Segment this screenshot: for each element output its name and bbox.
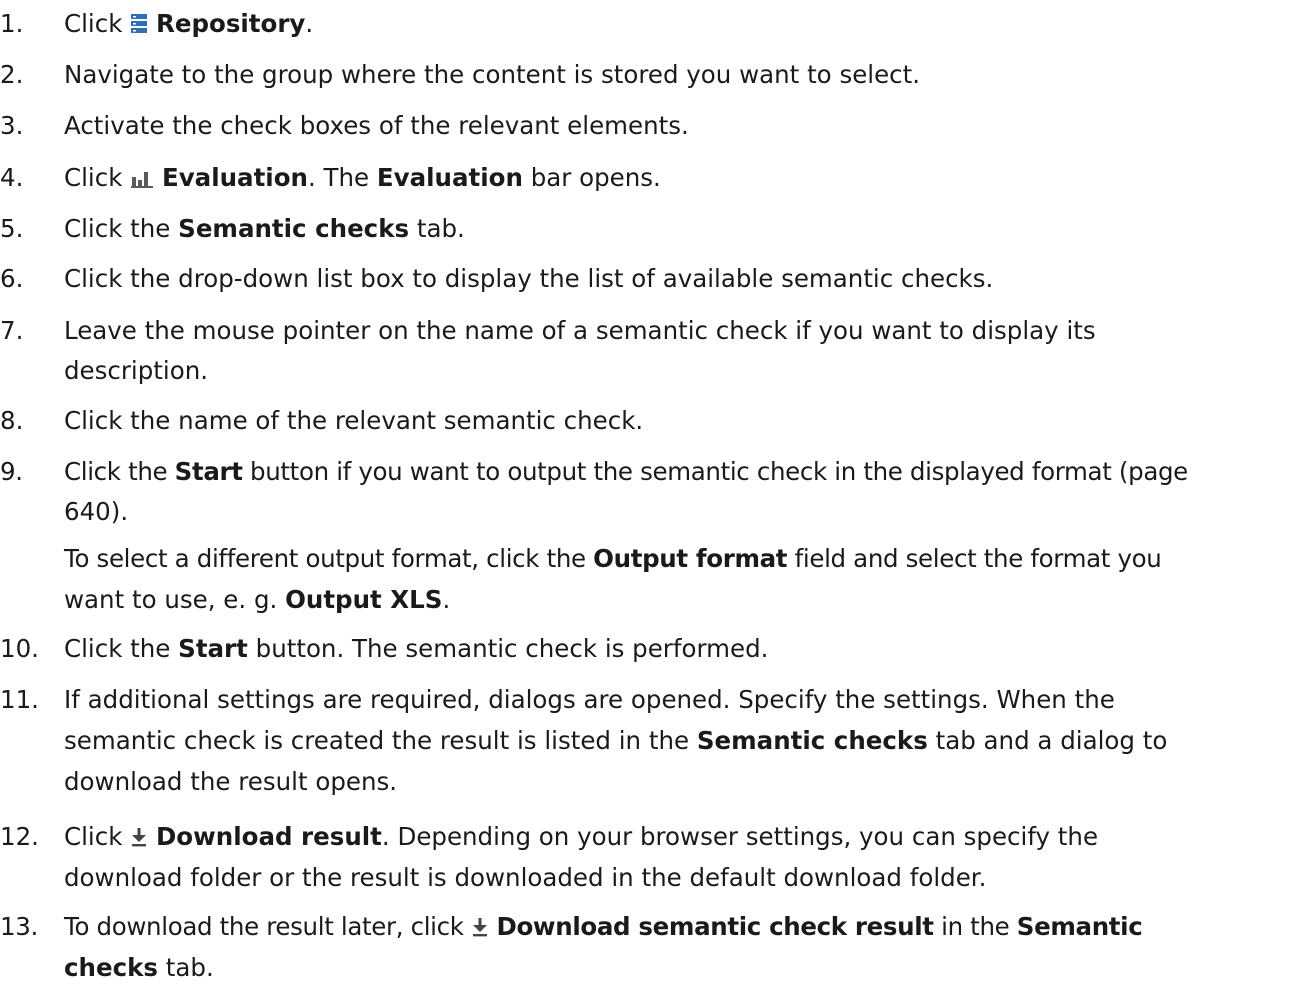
ui-term: Start: [174, 457, 243, 486]
step-number: 11.: [0, 685, 39, 714]
step-number: 10.: [0, 634, 39, 663]
step-text: description.: [64, 356, 209, 385]
download-icon: [130, 820, 148, 860]
step-text: If additional settings are required, dia…: [64, 685, 1115, 714]
ui-term: Repository: [155, 9, 306, 38]
step-number: 4.: [0, 163, 24, 192]
repository-icon: [130, 7, 148, 47]
step-number: 1.: [0, 9, 24, 38]
step-text: Activate the check boxes of the relevant…: [64, 111, 689, 140]
step-text: download the result opens.: [64, 767, 398, 796]
step-number: 2.: [0, 60, 24, 89]
ui-term: Output XLS: [285, 585, 443, 614]
step-text: Navigate to the group where the content …: [64, 60, 921, 89]
ui-term: Output format: [593, 544, 788, 573]
evaluation-chart-icon: [130, 161, 154, 201]
ui-term: Semantic: [1016, 912, 1143, 941]
step-number: 8.: [0, 406, 24, 435]
ui-term: Semantic checks: [178, 214, 410, 243]
step-text: Click the drop-down list box to display …: [64, 264, 994, 293]
ui-term: checks: [64, 953, 158, 982]
step-number: 7.: [0, 316, 24, 345]
step-number: 12.: [0, 822, 39, 851]
ui-term: Start: [178, 634, 248, 663]
step-number: 6.: [0, 264, 24, 293]
step-text: download folder or the result is downloa…: [64, 863, 987, 892]
step-text: Click the name of the relevant semantic …: [64, 406, 644, 435]
step-text: Click: [64, 9, 131, 38]
download-icon: [471, 910, 489, 950]
step-number: 9.: [0, 457, 23, 486]
step-text: 640).: [64, 497, 129, 526]
step-number: 13.: [0, 912, 38, 941]
step-number: 5.: [0, 214, 24, 243]
step-number: 3.: [0, 111, 24, 140]
ui-term: Semantic checks: [696, 726, 928, 755]
ui-term: Download semantic check result: [496, 912, 934, 941]
ui-term: Download result: [155, 822, 382, 851]
step-text: Leave the mouse pointer on the name of a…: [64, 316, 1096, 345]
ui-term: Evaluation: [161, 163, 308, 192]
ui-term: Evaluation: [376, 163, 523, 192]
